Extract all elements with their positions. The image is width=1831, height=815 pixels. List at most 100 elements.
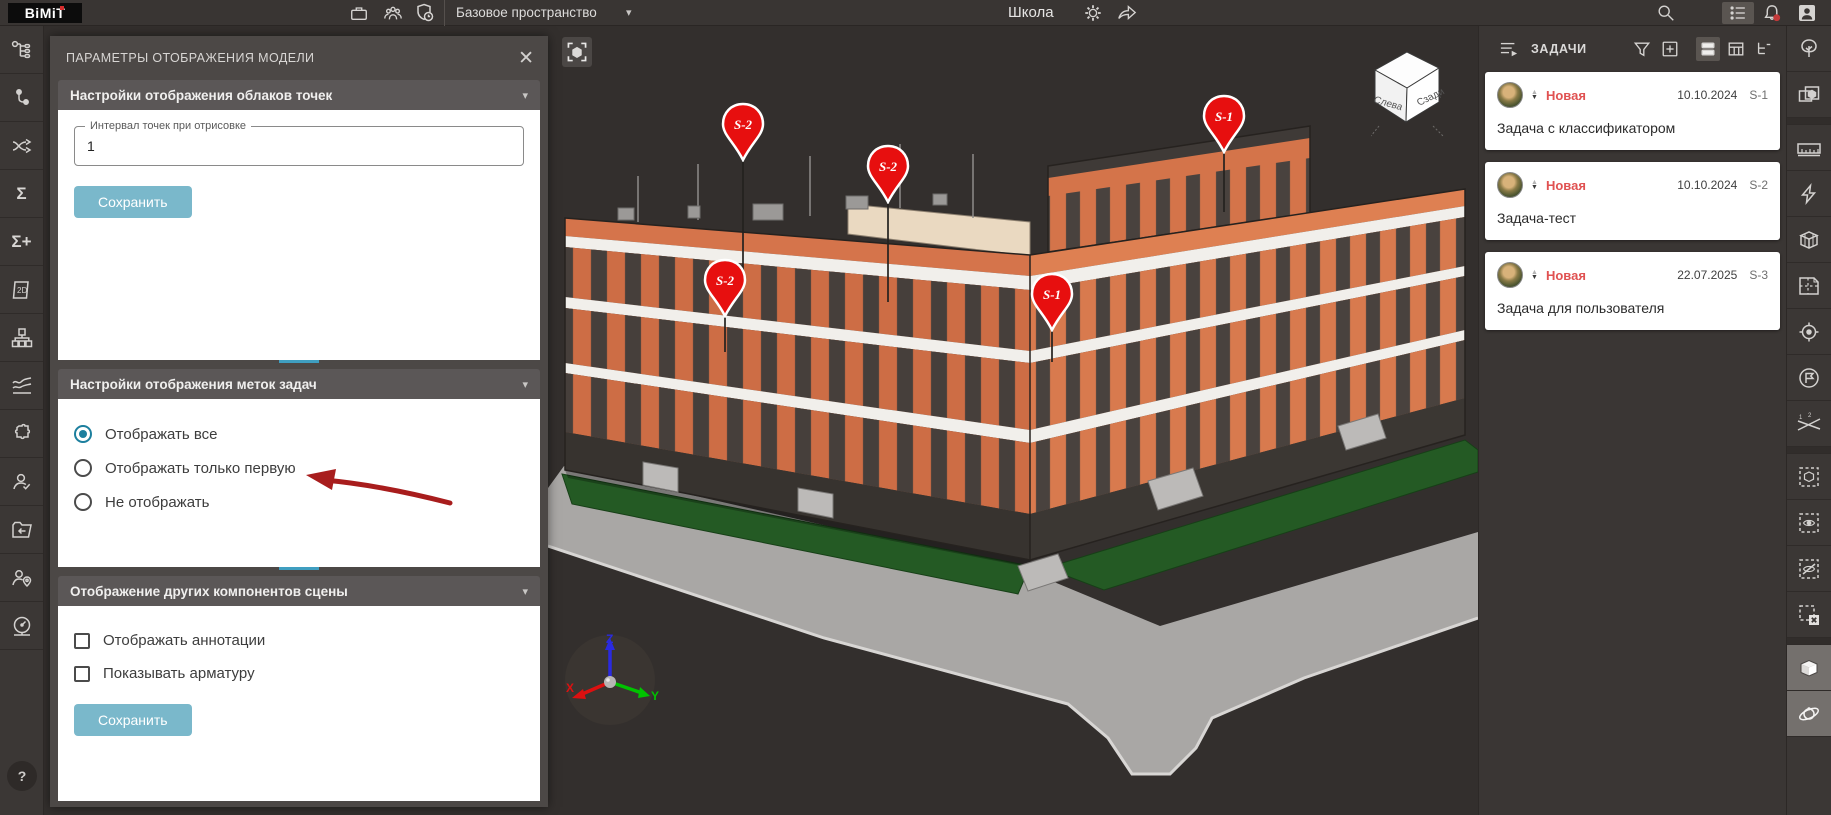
landscape-tree-icon[interactable] bbox=[1787, 26, 1831, 72]
clear-selection-icon[interactable] bbox=[1787, 592, 1831, 638]
show-selection-eye-icon[interactable] bbox=[1787, 500, 1831, 546]
projects-icon[interactable] bbox=[348, 2, 370, 24]
checkbox-option-annotations[interactable]: Отображать аннотации bbox=[74, 632, 524, 649]
orbit-mode-icon[interactable] bbox=[1787, 691, 1831, 737]
space-selector-caret-icon[interactable]: ▾ bbox=[626, 0, 632, 26]
selection-frames-icon[interactable] bbox=[1787, 72, 1831, 118]
app-logo[interactable]: BiMiT bbox=[8, 3, 82, 23]
close-icon[interactable]: ✕ bbox=[518, 49, 534, 68]
security-shield-icon[interactable] bbox=[414, 2, 436, 24]
org-chart-icon[interactable] bbox=[0, 314, 43, 362]
task-id: S-3 bbox=[1749, 268, 1768, 282]
task-card[interactable]: ▲▼ Новая 22.07.2025 S-3 Задача для польз… bbox=[1485, 252, 1780, 330]
axis-gizmo[interactable]: Z X Y bbox=[560, 630, 660, 730]
team-icon[interactable] bbox=[382, 2, 404, 24]
focus-model-icon[interactable] bbox=[562, 37, 592, 67]
tasks-menu-icon[interactable] bbox=[1497, 37, 1521, 61]
view-cube[interactable]: Слева Сзади bbox=[1371, 44, 1445, 140]
section-point-clouds-header[interactable]: Настройки отображения облаков точек ▾ bbox=[58, 80, 540, 110]
topbar: BiMiT Базовое пространство ▾ Школа bbox=[0, 0, 1831, 26]
plugins-puzzle-icon[interactable] bbox=[0, 410, 43, 458]
user-check-icon[interactable] bbox=[0, 458, 43, 506]
pin-leader bbox=[724, 314, 726, 352]
hide-selection-eye-off-icon[interactable] bbox=[1787, 546, 1831, 592]
2d-view-icon[interactable]: 2D bbox=[0, 266, 43, 314]
isolate-selection-icon[interactable] bbox=[1787, 454, 1831, 500]
right-toolbar: 12 bbox=[1786, 26, 1831, 815]
axes-grid-icon[interactable]: 12 bbox=[1787, 401, 1831, 447]
task-card[interactable]: ▲▼ Новая 10.10.2024 S-1 Задача с классиф… bbox=[1485, 72, 1780, 150]
task-card[interactable]: ▲▼ Новая 10.10.2024 S-2 Задача-тест bbox=[1485, 162, 1780, 240]
radio-option-show-first[interactable]: Отображать только первую bbox=[74, 459, 524, 477]
gauge-icon[interactable] bbox=[0, 602, 43, 650]
section-collapse-caret-icon[interactable]: ▾ bbox=[522, 585, 528, 598]
point-interval-field[interactable]: Интервал точек при отрисовке bbox=[74, 126, 524, 166]
svg-text:S-2: S-2 bbox=[734, 117, 753, 132]
point-interval-input[interactable] bbox=[75, 127, 523, 165]
section-other-components-header[interactable]: Отображение других компонентов сцены ▾ bbox=[58, 576, 540, 606]
save-other-components-button[interactable]: Сохранить bbox=[74, 704, 192, 736]
pin-leader bbox=[1223, 150, 1225, 212]
view-cards-icon[interactable] bbox=[1696, 37, 1720, 61]
task-title: Задача для пользователя bbox=[1497, 300, 1768, 316]
floor-plan-icon[interactable] bbox=[1787, 263, 1831, 309]
checkbox-option-rebar[interactable]: Показывать арматуру bbox=[74, 665, 524, 682]
point-interval-label: Интервал точек при отрисовке bbox=[85, 120, 251, 132]
radio-option-show-none[interactable]: Не отображать bbox=[74, 493, 524, 511]
search-icon[interactable] bbox=[1655, 2, 1677, 24]
section-task-pins-header[interactable]: Настройки отображения меток задач ▾ bbox=[58, 369, 540, 399]
radio-selected-icon[interactable] bbox=[74, 425, 92, 443]
help-button[interactable]: ? bbox=[7, 761, 37, 791]
task-status-badge: Новая bbox=[1546, 268, 1677, 283]
section-collapse-caret-icon[interactable]: ▾ bbox=[522, 378, 528, 391]
checkbox-icon[interactable] bbox=[74, 633, 90, 649]
task-pin[interactable]: S-1 bbox=[1029, 272, 1075, 332]
graph-node-icon[interactable] bbox=[0, 74, 43, 122]
shuffle-icon[interactable] bbox=[0, 122, 43, 170]
toolbar-group-divider bbox=[1787, 638, 1831, 645]
section-collapse-caret-icon[interactable]: ▾ bbox=[522, 89, 528, 102]
shaded-view-cube-icon[interactable] bbox=[1787, 645, 1831, 691]
sum-icon[interactable]: Σ bbox=[0, 170, 43, 218]
add-task-icon[interactable] bbox=[1658, 37, 1682, 61]
user-location-icon[interactable] bbox=[0, 554, 43, 602]
task-date: 22.07.2025 bbox=[1677, 268, 1737, 282]
section-resize-handle[interactable] bbox=[279, 567, 319, 570]
checkbox-icon[interactable] bbox=[74, 666, 90, 682]
view-hierarchy-icon[interactable] bbox=[1752, 37, 1776, 61]
filter-icon[interactable] bbox=[1630, 37, 1654, 61]
panel-header: ПАРАМЕТРЫ ОТОБРАЖЕНИЯ МОДЕЛИ ✕ bbox=[50, 36, 548, 80]
section-box-icon[interactable] bbox=[1787, 217, 1831, 263]
radio-icon[interactable] bbox=[74, 459, 92, 477]
sum-add-icon[interactable]: Σ+ bbox=[0, 218, 43, 266]
charts-icon[interactable] bbox=[0, 362, 43, 410]
settings-gear-icon[interactable] bbox=[1082, 2, 1104, 24]
task-id: S-2 bbox=[1749, 178, 1768, 192]
notifications-bell-icon[interactable] bbox=[1761, 2, 1783, 24]
save-point-clouds-button[interactable]: Сохранить bbox=[74, 186, 192, 218]
radio-option-show-all[interactable]: Отображать все bbox=[74, 425, 524, 443]
account-icon[interactable] bbox=[1796, 2, 1818, 24]
model-tree-icon[interactable] bbox=[0, 26, 43, 74]
task-pin[interactable]: S-2 bbox=[702, 258, 748, 318]
space-selector[interactable]: Базовое пространство bbox=[456, 0, 597, 26]
task-pin[interactable]: S-2 bbox=[720, 102, 766, 162]
toolbar-group-divider bbox=[1787, 447, 1831, 454]
measure-ruler-icon[interactable] bbox=[1787, 125, 1831, 171]
panel-toggle-list-icon[interactable] bbox=[1722, 2, 1754, 24]
locate-target-icon[interactable] bbox=[1787, 309, 1831, 355]
task-pin[interactable]: S-2 bbox=[865, 144, 911, 204]
toolbar-group-divider bbox=[1787, 118, 1831, 125]
tasks-panel-header: ЗАДАЧИ bbox=[1479, 26, 1786, 72]
folder-import-icon[interactable] bbox=[0, 506, 43, 554]
assignee-avatar bbox=[1497, 262, 1523, 288]
section-resize-handle[interactable] bbox=[279, 360, 319, 363]
task-date: 10.10.2024 bbox=[1677, 178, 1737, 192]
clash-flash-icon[interactable] bbox=[1787, 171, 1831, 217]
radio-icon[interactable] bbox=[74, 493, 92, 511]
project-title: Школа bbox=[1008, 0, 1054, 26]
share-icon[interactable] bbox=[1116, 2, 1138, 24]
view-table-icon[interactable] bbox=[1724, 37, 1748, 61]
task-pin[interactable]: S-1 bbox=[1201, 94, 1247, 154]
flag-marker-icon[interactable] bbox=[1787, 355, 1831, 401]
